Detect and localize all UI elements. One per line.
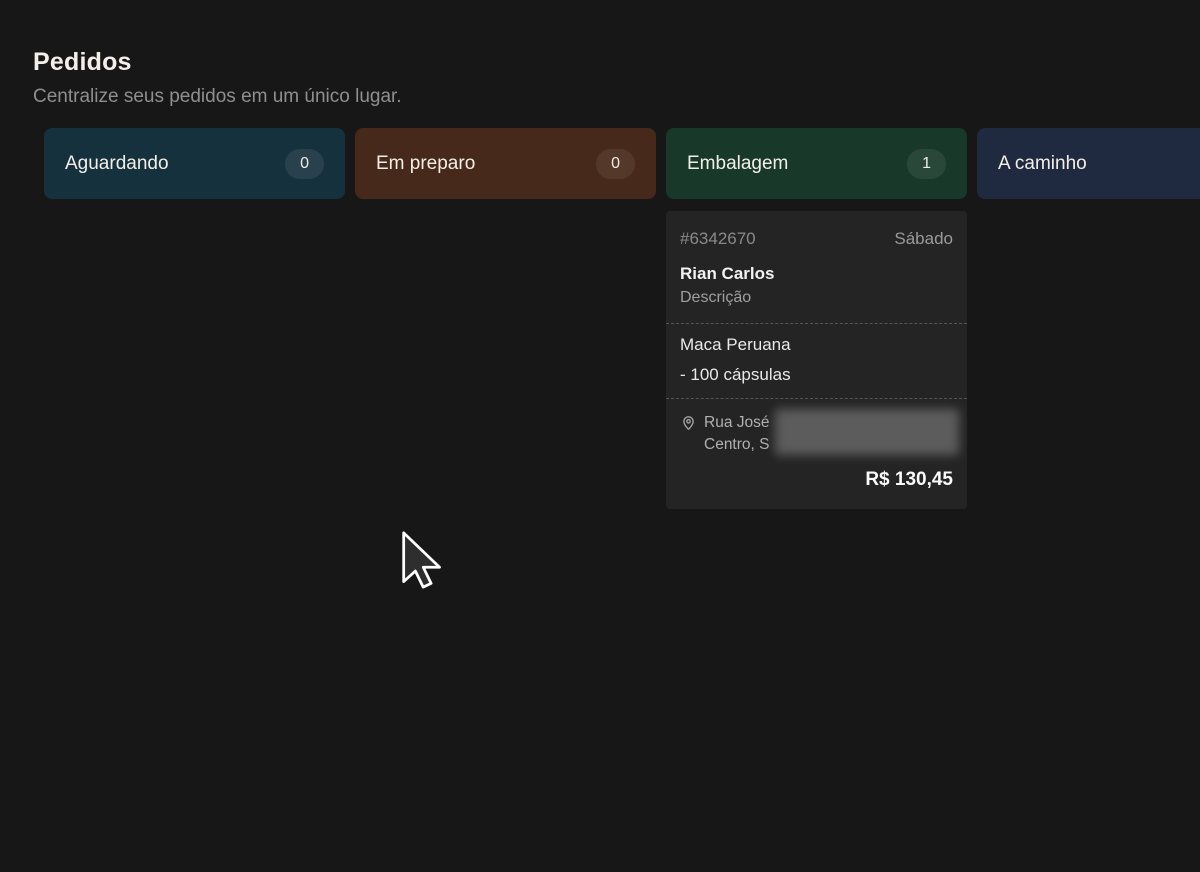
- delivery-address: Rua José Centro, S: [680, 412, 953, 456]
- column-header-embalagem[interactable]: Embalagem 1: [666, 128, 967, 199]
- count-badge: 1: [907, 149, 946, 179]
- order-item-variant: - 100 cápsulas: [680, 360, 953, 390]
- order-items: Maca Peruana - 100 cápsulas: [666, 323, 967, 398]
- location-pin-icon: [680, 414, 697, 431]
- address-line1: Rua José: [704, 414, 769, 431]
- column-header-aguardando[interactable]: Aguardando 0: [44, 128, 345, 199]
- mouse-cursor-icon: [399, 530, 441, 592]
- customer-name: Rian Carlos: [680, 264, 953, 284]
- order-id: #6342670: [680, 229, 756, 249]
- address-text: Rua José Centro, S: [704, 412, 769, 456]
- address-line2: Centro, S: [704, 436, 769, 453]
- orders-kanban-board: Aguardando 0 Em preparo 0 Embalagem 1 #6…: [0, 128, 1200, 509]
- order-item-name: Maca Peruana: [680, 330, 953, 360]
- column-embalagem: Embalagem 1 #6342670 Sábado Rian Carlos …: [666, 128, 967, 509]
- redacted-address-blur: [775, 409, 959, 455]
- order-total: R$ 130,45: [865, 469, 953, 490]
- page-title: Pedidos: [33, 48, 1200, 77]
- column-header-a-caminho[interactable]: A caminho: [977, 128, 1200, 199]
- page-subtitle: Centralize seus pedidos em um único luga…: [33, 86, 1200, 108]
- order-day: Sábado: [894, 229, 953, 249]
- order-card-header: #6342670 Sábado Rian Carlos Descrição: [666, 211, 967, 323]
- count-badge: 0: [596, 149, 635, 179]
- column-label: Embalagem: [687, 153, 788, 175]
- column-label: Em preparo: [376, 153, 475, 175]
- order-description: Descrição: [680, 289, 953, 307]
- page-header: Pedidos Centralize seus pedidos em um ún…: [33, 48, 1200, 108]
- column-em-preparo: Em preparo 0: [355, 128, 656, 509]
- order-footer: Rua José Centro, S R$ 130,45: [666, 398, 967, 509]
- order-card[interactable]: #6342670 Sábado Rian Carlos Descrição Ma…: [666, 211, 967, 509]
- column-label: A caminho: [998, 153, 1087, 175]
- count-badge: 0: [285, 149, 324, 179]
- column-aguardando: Aguardando 0: [44, 128, 345, 509]
- column-label: Aguardando: [65, 153, 169, 175]
- column-header-em-preparo[interactable]: Em preparo 0: [355, 128, 656, 199]
- column-a-caminho: A caminho: [977, 128, 1200, 509]
